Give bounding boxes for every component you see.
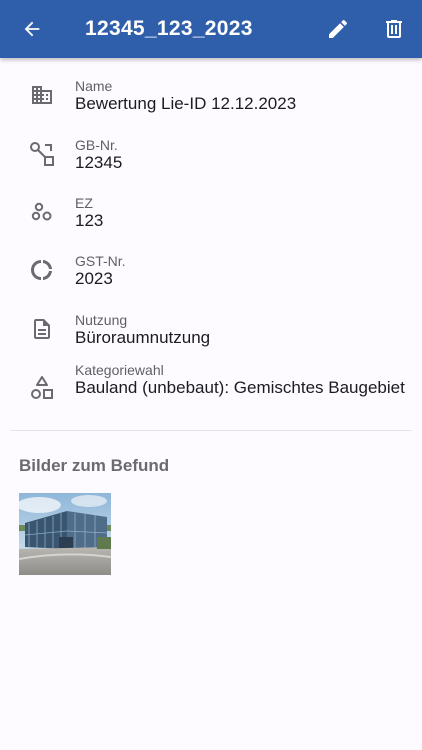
document-icon: [28, 315, 56, 343]
field-label: GST-Nr.: [75, 253, 126, 269]
image-thumbnail[interactable]: [19, 493, 111, 575]
back-button[interactable]: [20, 17, 44, 41]
building-icon: [28, 81, 56, 109]
donut-icon: [28, 256, 56, 284]
images-section-title: Bilder zum Befund: [19, 456, 170, 475]
page-title: 12345_123_2023: [85, 17, 253, 40]
field-value: 2023: [75, 269, 113, 288]
route-icon: [28, 140, 56, 168]
shapes-icon: [28, 374, 56, 402]
field-value: Bewertung Lie-ID 12.12.2023: [75, 94, 297, 113]
building-photo: [19, 493, 111, 575]
field-label: Nutzung: [75, 312, 128, 328]
bubbles-icon: [28, 198, 56, 226]
field-value: 123: [75, 211, 104, 230]
field-label: Kategoriewahl: [75, 362, 164, 378]
field-label: EZ: [75, 195, 93, 211]
field-label: GB-Nr.: [75, 137, 118, 153]
field-value: 12345: [75, 153, 123, 172]
field-value: Bauland (unbebaut): Gemischtes Baugebiet: [75, 378, 405, 397]
field-label: Name: [75, 78, 113, 94]
trash-icon: [386, 20, 402, 38]
edit-button[interactable]: [326, 17, 350, 41]
divider: [10, 430, 412, 431]
field-value: Büroraumnutzung: [75, 328, 211, 347]
arrow-back-icon: [24, 21, 40, 37]
app-bar: 12345_123_2023: [0, 0, 422, 58]
pencil-icon: [329, 19, 348, 38]
delete-button[interactable]: [382, 17, 406, 41]
